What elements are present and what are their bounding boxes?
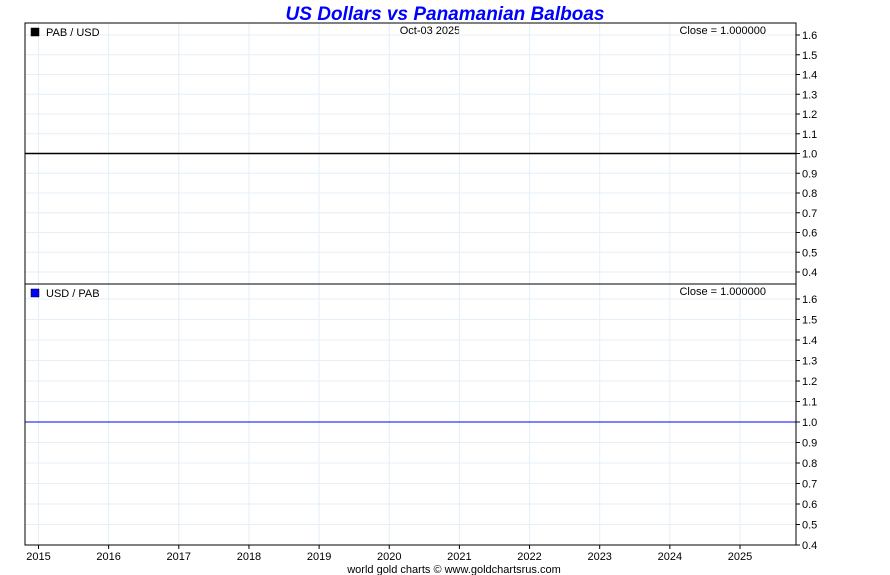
y-tick-label: 1.1: [802, 397, 817, 409]
legend-label: USD / PAB: [46, 288, 100, 300]
x-tick-label: 2025: [728, 551, 752, 563]
y-tick-label: 0.7: [802, 479, 817, 491]
y-tick-label: 1.5: [802, 50, 817, 62]
close-label: Close = 1.000000: [679, 286, 766, 298]
legend-swatch: [30, 27, 40, 37]
y-tick-label: 1.4: [802, 70, 817, 82]
y-tick-label: 1.5: [802, 315, 817, 327]
y-tick-label: 0.5: [802, 247, 817, 259]
x-tick-label: 2015: [26, 551, 50, 563]
y-tick-label: 0.5: [802, 520, 817, 532]
y-tick-label: 0.8: [802, 188, 817, 200]
y-tick-label: 0.6: [802, 499, 817, 511]
y-tick-label: 1.6: [802, 30, 817, 42]
y-tick-label: 1.2: [802, 109, 817, 121]
x-tick-label: 2017: [167, 551, 191, 563]
y-tick-label: 1.3: [802, 89, 817, 101]
y-tick-label: 0.4: [802, 267, 817, 279]
y-tick-label: 1.0: [802, 149, 817, 161]
x-tick-label: 2019: [307, 551, 331, 563]
y-tick-label: 0.6: [802, 228, 817, 240]
x-tick-label: 2022: [517, 551, 541, 563]
x-tick-label: 2016: [96, 551, 120, 563]
y-tick-label: 0.7: [802, 208, 817, 220]
legend-swatch: [30, 288, 40, 298]
y-tick-label: 1.4: [802, 335, 817, 347]
y-tick-label: 1.3: [802, 356, 817, 368]
x-tick-label: 2024: [658, 551, 682, 563]
y-tick-label: 0.8: [802, 458, 817, 470]
y-tick-label: 0.9: [802, 168, 817, 180]
chart: US Dollars vs Panamanian Balboas Oct-03 …: [24, 4, 817, 575]
footer-credit: world gold charts © www.goldchartsrus.co…: [346, 564, 561, 575]
x-tick-label: 2020: [377, 551, 401, 563]
legend-label: PAB / USD: [46, 27, 100, 39]
y-tick-label: 1.0: [802, 417, 817, 429]
y-tick-label: 1.1: [802, 129, 817, 141]
y-tick-label: 1.2: [802, 376, 817, 388]
x-tick-label: 2021: [447, 551, 471, 563]
y-tick-label: 1.6: [802, 294, 817, 306]
x-tick-label: 2023: [587, 551, 611, 563]
chart-title: US Dollars vs Panamanian Balboas: [286, 4, 605, 25]
y-tick-label: 0.4: [802, 540, 817, 552]
panel-frame: [24, 283, 797, 546]
close-label: Close = 1.000000: [679, 25, 766, 37]
x-tick-label: 2018: [237, 551, 261, 563]
y-tick-label: 0.9: [802, 438, 817, 450]
